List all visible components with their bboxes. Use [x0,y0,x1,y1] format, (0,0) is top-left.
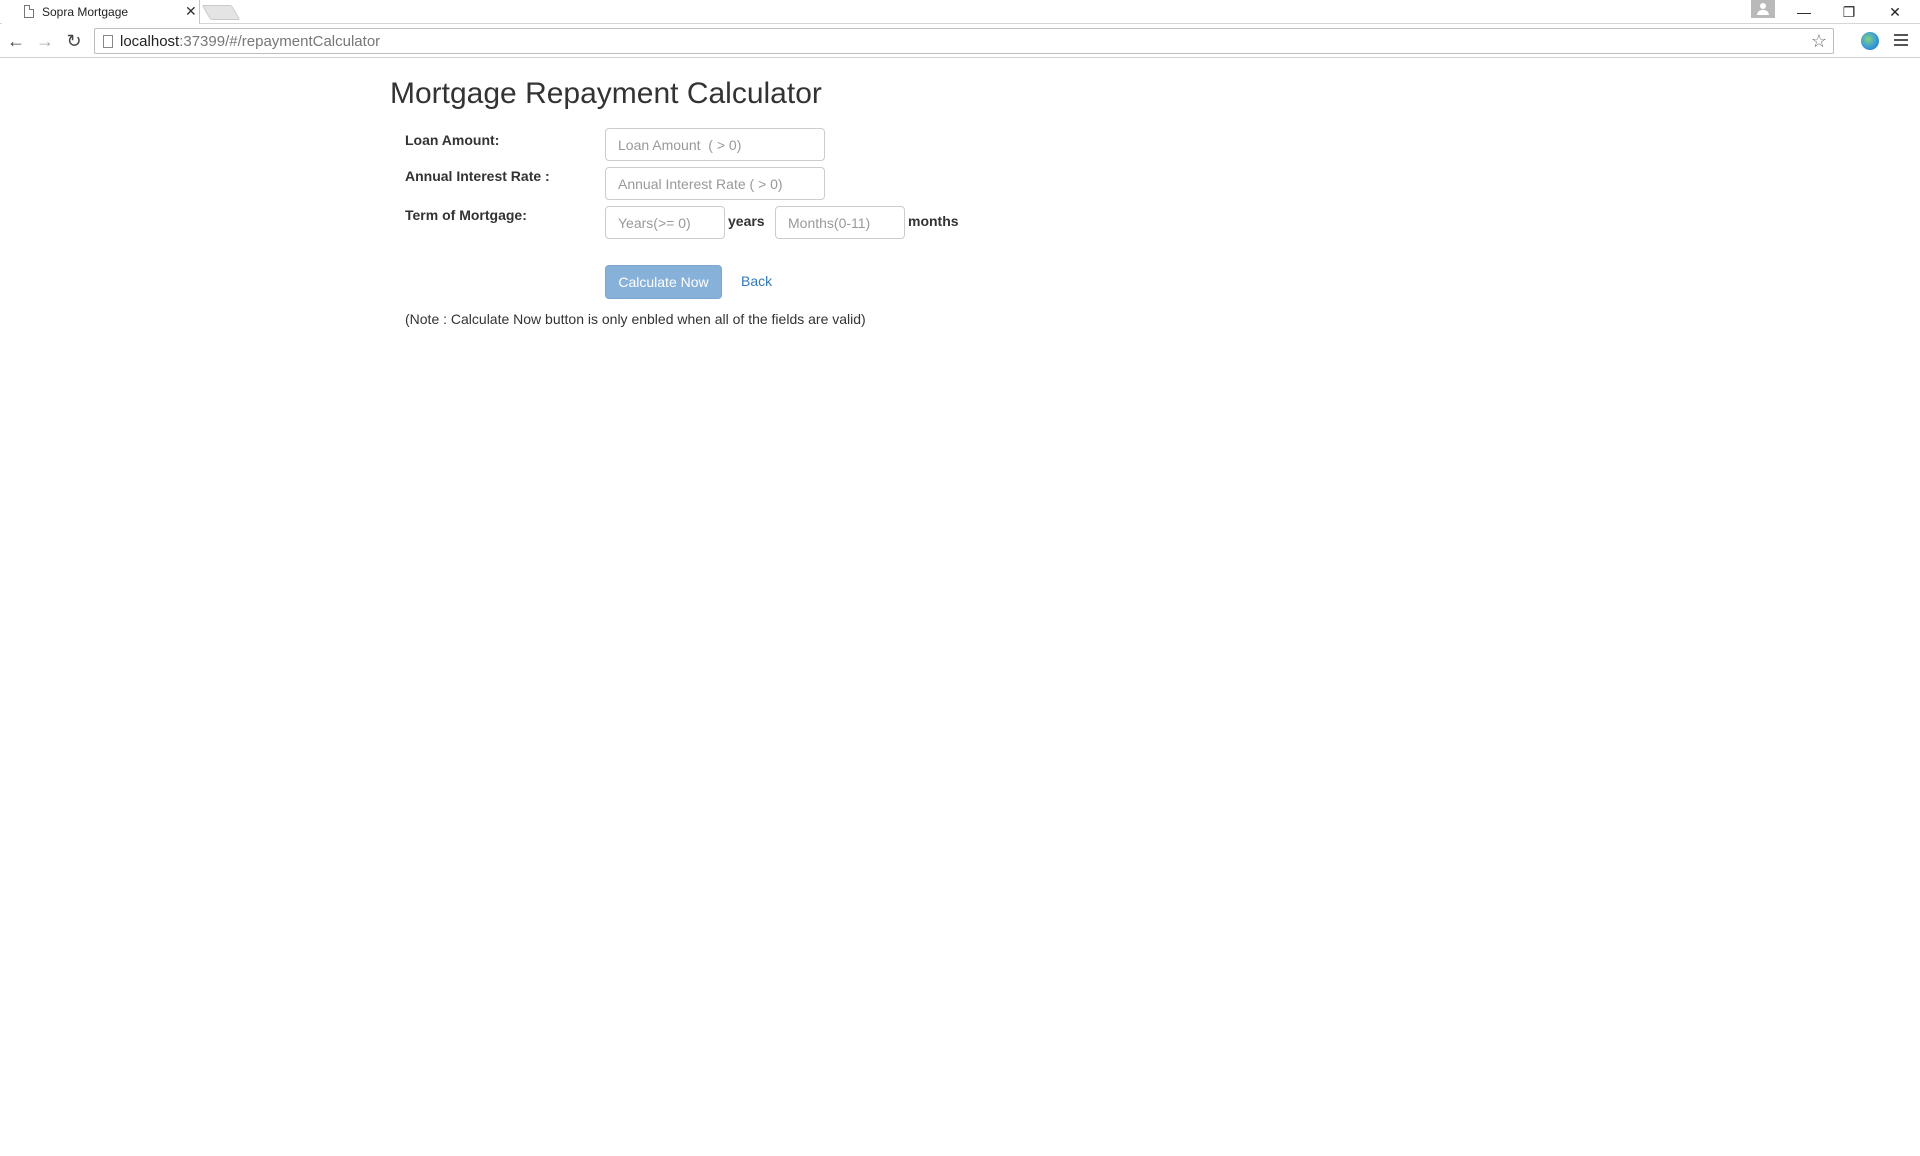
url-host: localhost [120,33,180,50]
new-tab-button[interactable] [201,5,241,20]
restore-button[interactable]: ❐ [1834,2,1864,22]
minimize-button[interactable]: — [1789,2,1819,22]
page-icon [24,5,34,18]
term-label: Term of Mortgage: [405,207,527,223]
reload-icon[interactable]: ↻ [62,29,86,53]
bookmark-star-icon[interactable]: ☆ [1811,31,1827,52]
page-info-icon[interactable] [103,35,113,48]
calculate-now-button[interactable]: Calculate Now [605,265,722,299]
profile-icon[interactable] [1751,0,1775,18]
browser-tab-bar: Sopra Mortgage ✕ — ❐ ✕ [0,0,1920,24]
url-text[interactable]: localhost:37399/#/repaymentCalculator [120,33,380,50]
extension-globe-icon[interactable] [1861,32,1879,50]
url-path: :37399/#/repaymentCalculator [179,33,381,50]
tab-close-icon[interactable]: ✕ [185,3,197,19]
interest-rate-input[interactable] [605,167,825,200]
menu-icon[interactable] [1894,31,1910,49]
tab-title: Sopra Mortgage [42,5,129,19]
loan-amount-label: Loan Amount: [405,132,500,148]
address-bar[interactable]: localhost:37399/#/repaymentCalculator ☆ [94,28,1834,54]
page-content: Mortgage Repayment Calculator Loan Amoun… [0,59,1920,1156]
loan-amount-input[interactable] [605,128,825,161]
browser-toolbar: ← → ↻ localhost:37399/#/repaymentCalcula… [0,24,1920,58]
back-link[interactable]: Back [741,273,772,289]
months-input[interactable] [775,206,905,239]
forward-arrow-icon[interactable]: → [33,29,57,53]
validation-note: (Note : Calculate Now button is only enb… [405,311,866,327]
close-window-button[interactable]: ✕ [1880,2,1910,22]
years-input[interactable] [605,206,725,239]
months-unit-label: months [908,213,959,229]
browser-tab[interactable]: Sopra Mortgage ✕ [2,0,200,24]
interest-rate-label: Annual Interest Rate : [405,168,550,184]
page-title: Mortgage Repayment Calculator [390,77,822,110]
years-unit-label: years [728,213,765,229]
back-arrow-icon[interactable]: ← [4,29,28,53]
